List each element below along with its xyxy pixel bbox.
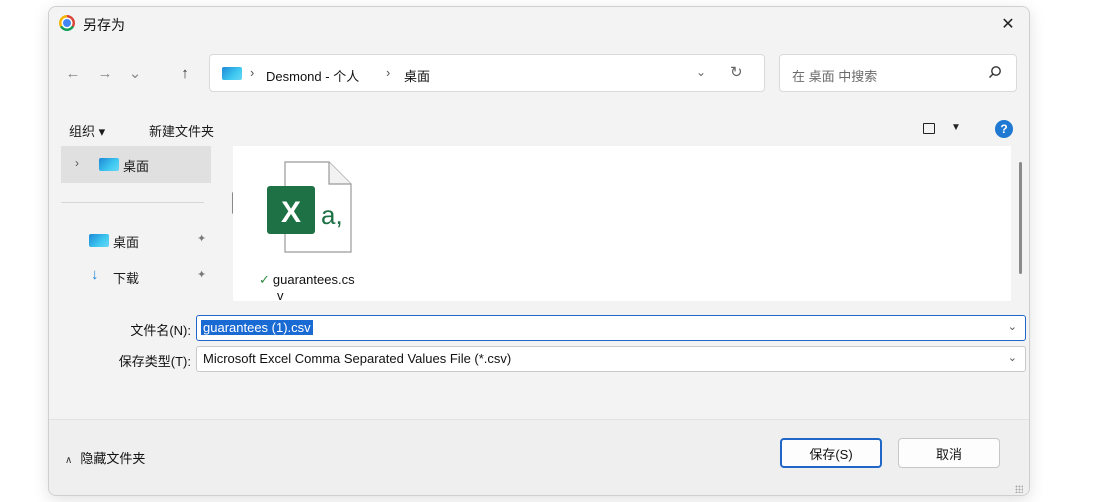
forward-button[interactable]: →	[93, 61, 117, 85]
sidebar-item-desktop-tree[interactable]: › 桌面	[61, 146, 211, 183]
command-bar: 组织 ▾ 新建文件夹 ▼ ?	[49, 115, 1029, 145]
file-list-scrollbar[interactable]	[1019, 162, 1022, 274]
desktop-folder-icon	[222, 67, 242, 80]
pin-icon: ✦	[197, 233, 207, 245]
close-button[interactable]: ✕	[993, 11, 1023, 37]
svg-text:a,: a,	[321, 200, 343, 230]
navigation-bar: ← → ⌄ ↑ › Desmond - 个人 › 桌面 ⌄ ↻ 在 桌面 中搜索	[49, 51, 1029, 95]
breadcrumb-separator: ›	[386, 65, 391, 80]
excel-csv-icon: a, X	[267, 161, 352, 253]
save-button[interactable]: 保存(S)	[780, 438, 882, 468]
help-icon[interactable]: ?	[995, 120, 1013, 138]
sidebar-item-desktop[interactable]: 桌面 ✦	[61, 228, 211, 252]
filetype-value[interactable]: Microsoft Excel Comma Separated Values F…	[201, 351, 513, 366]
search-box[interactable]: 在 桌面 中搜索	[779, 54, 1017, 92]
desktop-folder-icon	[99, 158, 119, 171]
sidebar-item-label: 桌面	[123, 159, 150, 174]
desktop-folder-icon	[89, 234, 109, 247]
filetype-label: 保存类型(T):	[118, 354, 191, 369]
hide-folders-toggle[interactable]: ∧ 隐藏文件夹	[65, 448, 145, 467]
pin-icon: ✦	[197, 269, 207, 281]
filename-row: 文件名(N): guarantees (1).csv ⌄	[49, 315, 1029, 341]
navigation-pane: › 桌面 桌面 ✦ ↓ 下载 ✦	[61, 146, 235, 301]
breadcrumb-separator: ›	[250, 65, 255, 80]
view-dropdown-icon[interactable]: ▼	[951, 122, 961, 133]
filetype-select[interactable]: Microsoft Excel Comma Separated Values F…	[196, 346, 1026, 372]
dialog-footer: ∧ 隐藏文件夹 保存(S) 取消	[49, 419, 1029, 495]
file-name: ✓ guarantees.cs v	[259, 272, 355, 301]
chevron-up-icon: ∧	[65, 455, 73, 466]
save-as-dialog: 另存为 ✕ ← → ⌄ ↑ › Desmond - 个人 › 桌面 ⌄ ↻ 在 …	[48, 6, 1030, 496]
sidebar-item-downloads[interactable]: ↓ 下载 ✦	[61, 264, 211, 288]
title-bar: 另存为 ✕	[49, 7, 1029, 41]
cancel-button[interactable]: 取消	[898, 438, 1000, 468]
resize-grip-icon[interactable]	[1015, 485, 1023, 493]
search-input[interactable]: 在 桌面 中搜索	[792, 66, 877, 85]
chevron-down-icon[interactable]: ⌄	[1008, 320, 1017, 333]
address-bar[interactable]: › Desmond - 个人 › 桌面 ⌄ ↻	[209, 54, 765, 92]
download-icon: ↓	[91, 266, 99, 283]
filetype-row: 保存类型(T): Microsoft Excel Comma Separated…	[49, 346, 1029, 372]
file-list: a, X ✓ guarantees.cs v	[233, 146, 1011, 301]
new-folder-button[interactable]: 新建文件夹	[149, 121, 214, 140]
back-button[interactable]: ←	[61, 61, 85, 85]
dialog-title: 另存为	[83, 17, 125, 33]
svg-text:X: X	[281, 196, 301, 229]
filename-label: 文件名(N):	[130, 323, 191, 338]
recent-locations-button[interactable]: ⌄	[123, 61, 147, 85]
address-dropdown-icon[interactable]: ⌄	[696, 65, 706, 79]
sidebar-item-label: 桌面	[113, 235, 140, 250]
expand-icon[interactable]: ›	[75, 156, 79, 170]
filename-value[interactable]: guarantees (1).csv	[201, 320, 313, 335]
search-icon[interactable]	[988, 65, 1002, 79]
breadcrumb-desmond[interactable]: Desmond - 个人	[266, 66, 359, 85]
refresh-icon[interactable]: ↻	[730, 63, 743, 81]
sync-status-icon: ✓	[259, 272, 270, 287]
sidebar-divider	[61, 202, 204, 203]
filename-field[interactable]: guarantees (1).csv ⌄	[196, 315, 1026, 341]
chevron-down-icon[interactable]: ⌄	[1008, 351, 1017, 364]
chrome-icon	[59, 15, 75, 31]
up-button[interactable]: ↑	[173, 61, 197, 85]
view-icon[interactable]	[923, 123, 935, 134]
file-item[interactable]: a, X ✓ guarantees.cs v	[259, 160, 379, 301]
organize-menu[interactable]: 组织 ▾	[69, 121, 105, 140]
sidebar-item-label: 下载	[113, 271, 140, 286]
breadcrumb-desktop[interactable]: 桌面	[404, 66, 430, 85]
